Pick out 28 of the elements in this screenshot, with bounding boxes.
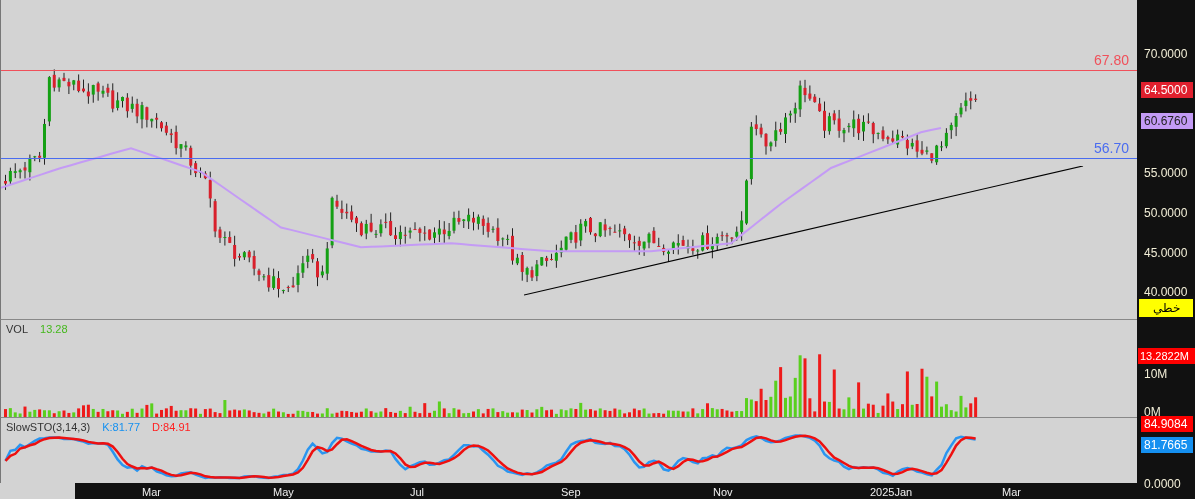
time-axis-label: Jul: [410, 485, 425, 499]
axis-tick-label: 10M: [1144, 366, 1168, 383]
axis-tick-label: 70.0000: [1144, 46, 1188, 63]
time-axis-label: Nov: [713, 485, 733, 499]
volume-badge: 13.2822M: [1138, 348, 1195, 364]
stochastic-badge: 81.7665: [1141, 437, 1193, 453]
stochastic-title: SlowSTO(3,14,3): [6, 420, 91, 435]
axis-tick-label: 55.0000: [1144, 165, 1188, 182]
axis-tick-label: 50.0000: [1144, 205, 1188, 222]
chart-type-button[interactable]: خطي: [1139, 299, 1193, 317]
axis-tick-label: 40.0000: [1144, 284, 1188, 301]
stochastic-badge: 84.9084: [1141, 416, 1193, 432]
axis-tick-label: 0M: [1144, 404, 1161, 419]
volume-title: VOL: [6, 322, 28, 337]
volume-value: 13.28: [40, 322, 68, 337]
axis-tick-label: 45.0000: [1144, 245, 1188, 262]
axis-tick-label: 0.0000: [1144, 476, 1181, 493]
time-axis-label: Mar: [1002, 485, 1021, 499]
price-badge: 60.6760: [1141, 113, 1193, 129]
stochastic-d-value: D:84.91: [152, 420, 191, 435]
level-label: 56.70: [1093, 139, 1129, 159]
time-axis-label: May: [273, 485, 294, 499]
level-label: 67.80: [1093, 51, 1129, 71]
price-badge: 64.5000: [1141, 82, 1193, 98]
stochastic-k-value: K:81.77: [102, 420, 141, 435]
time-axis-label: Mar: [142, 485, 161, 499]
time-axis-label: 2025Jan: [870, 485, 913, 499]
time-axis-label: Sep: [561, 485, 581, 499]
